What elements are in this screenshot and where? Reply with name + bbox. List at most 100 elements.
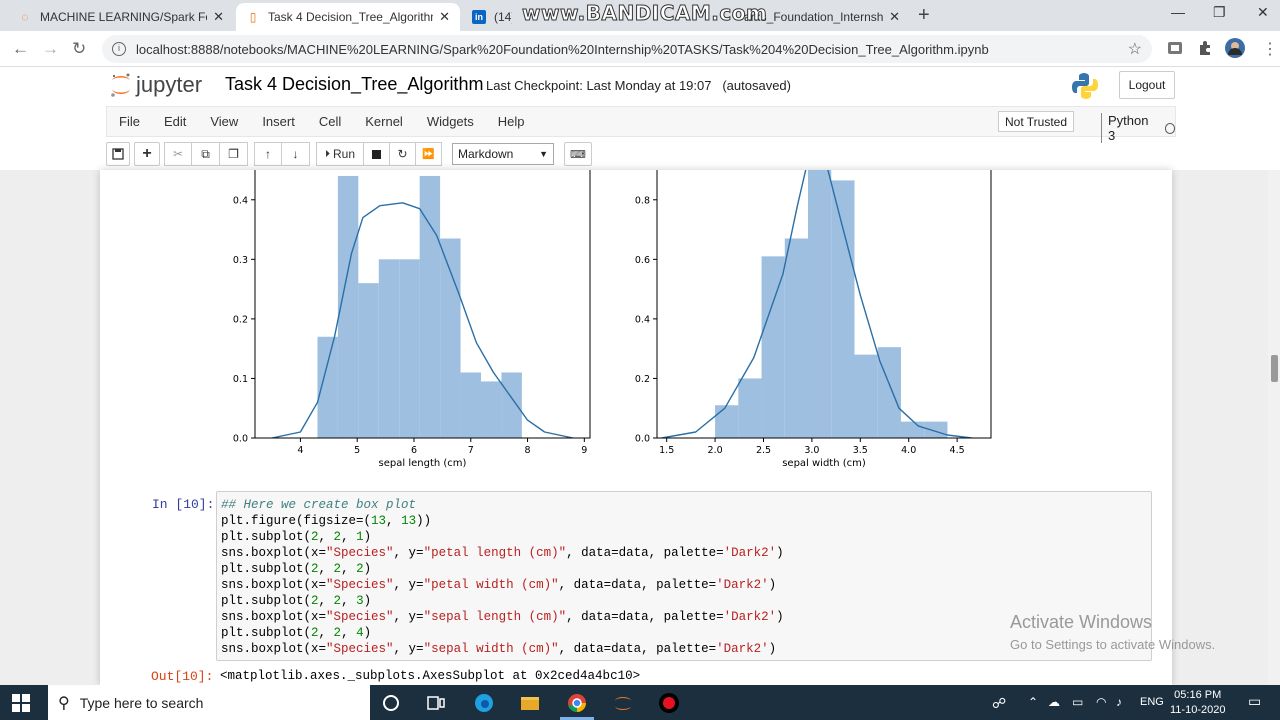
jupyter-app-icon[interactable]	[612, 692, 634, 714]
x-axis-label: sepal length (cm)	[379, 458, 467, 469]
logout-button[interactable]: Logout	[1119, 71, 1175, 99]
code-line: plt.subplot(2, 2, 1)	[221, 530, 372, 544]
clock-date: 11-10-2020	[1170, 704, 1226, 716]
onedrive-icon[interactable]: ☁	[1048, 695, 1060, 709]
sepal-width-histogram: 1.5 2.0 2.5 3.0 3.5 4.0 4.5 0.0 0.2 0.4 0.6 0.8 sepa…	[635, 170, 992, 469]
volume-icon[interactable]: ♪	[1116, 695, 1122, 709]
notification-icon[interactable]: ▭	[1248, 693, 1261, 710]
sepal-length-histogram: 4 5 6 7 8 9 0.0 0.1 0.2 0.3 0.4 sepal length (cm)	[233, 170, 591, 469]
move-up-icon[interactable]: ↑	[254, 142, 282, 166]
search-placeholder: Type here to search	[79, 694, 204, 711]
cortana-icon[interactable]	[380, 692, 402, 714]
menu-kernel[interactable]: Kernel	[353, 114, 415, 129]
cell-type-select[interactable]: Markdown ▼	[452, 143, 554, 165]
windows-taskbar: ⚲ Type here to search ☍ ⌃ ☁ ▭ ◠ ♪ ENG 05…	[0, 685, 1280, 720]
paste-icon[interactable]: ❐	[220, 142, 248, 166]
run-label: Run	[332, 147, 355, 161]
menu-widgets[interactable]: Widgets	[415, 114, 486, 129]
run-button[interactable]: ⏵ Run	[316, 142, 364, 166]
page-scrollbar[interactable]	[1268, 170, 1280, 685]
tab-close-icon[interactable]: ✕	[439, 9, 450, 25]
battery-icon[interactable]: ▭	[1072, 695, 1083, 709]
x-tick-label: 5	[354, 445, 360, 456]
edge-icon[interactable]	[473, 692, 495, 714]
taskbar-clock[interactable]: 05:16 PM 11-10-2020	[1170, 688, 1225, 718]
jupyter-logo[interactable]: jupyter	[110, 72, 202, 98]
histogram-bar	[399, 259, 420, 438]
address-bar-row: ← → ↻ i localhost:8888/notebooks/MACHINE…	[0, 31, 1280, 67]
menu-help[interactable]: Help	[486, 114, 537, 129]
keyboard-icon[interactable]: ⌨	[564, 142, 592, 166]
code-line: plt.subplot(2, 2, 4)	[221, 626, 372, 640]
stop-icon[interactable]	[364, 142, 390, 166]
cut-icon[interactable]: ✂	[164, 142, 192, 166]
fast-forward-icon[interactable]: ⏩	[416, 142, 442, 166]
code-line: sns.boxplot(x="Species", y="petal width …	[221, 578, 777, 592]
histogram-bar	[460, 372, 481, 438]
info-icon[interactable]: i	[112, 42, 126, 56]
extension-icon[interactable]	[1167, 40, 1183, 56]
taskbar-search-box[interactable]: ⚲ Type here to search	[48, 685, 370, 720]
browser-tab-3[interactable]: in (14) Li	[462, 3, 522, 31]
maximize-button[interactable]: ❐	[1213, 4, 1226, 21]
y-tick-label: 0.2	[635, 374, 650, 385]
wifi-icon[interactable]: ◠	[1096, 695, 1106, 709]
menu-insert[interactable]: Insert	[250, 114, 307, 129]
histogram-bar	[715, 405, 739, 438]
checkpoint-text: Last Checkpoint: Last Monday at 19:07	[486, 78, 712, 93]
menu-view[interactable]: View	[198, 114, 250, 129]
x-tick-label: 3.5	[853, 445, 868, 456]
show-hidden-icons[interactable]: ⌃	[1028, 695, 1038, 709]
back-button[interactable]: ←	[12, 39, 29, 59]
windows-start-icon[interactable]	[12, 694, 30, 712]
chevron-down-icon: ▼	[539, 149, 548, 159]
people-icon[interactable]: ☍	[992, 695, 1006, 712]
new-tab-button[interactable]: +	[918, 4, 930, 27]
not-trusted-button[interactable]: Not Trusted	[998, 111, 1075, 132]
browser-menu-icon[interactable]: ⋮	[1262, 39, 1278, 59]
tab-close-icon[interactable]: ✕	[213, 9, 224, 25]
bookmark-star-icon[interactable]: ☆	[1128, 39, 1142, 59]
y-tick-label: 0.6	[635, 255, 650, 266]
save-icon[interactable]	[106, 142, 130, 166]
browser-tab-1[interactable]: ◌ MACHINE LEARNING/Spark Foun ✕	[8, 3, 234, 31]
minimize-button[interactable]: —	[1171, 4, 1185, 20]
insert-cell-icon[interactable]: +	[134, 142, 160, 166]
menu-edit[interactable]: Edit	[152, 114, 198, 129]
kernel-name: Python 3	[1108, 113, 1149, 143]
jupyter-logo-text: jupyter	[136, 72, 203, 97]
move-down-icon[interactable]: ↓	[282, 142, 310, 166]
profile-avatar[interactable]	[1225, 38, 1245, 58]
x-axis-label: sepal width (cm)	[782, 458, 866, 469]
x-tick-label: 4	[297, 445, 303, 456]
tab-close-icon[interactable]: ✕	[889, 9, 900, 25]
url-bar[interactable]: i localhost:8888/notebooks/MACHINE%20LEA…	[102, 35, 1152, 63]
plot-area	[271, 175, 574, 438]
puzzle-icon[interactable]	[1197, 40, 1213, 56]
scrollbar-thumb[interactable]	[1271, 355, 1278, 382]
restart-icon[interactable]: ↻	[390, 142, 416, 166]
notebook-menubar: File Edit View Insert Cell Kernel Widget…	[106, 106, 1176, 143]
x-tick-label: 4.0	[901, 445, 916, 456]
activate-windows-title: Activate Windows	[1010, 612, 1153, 632]
copy-icon[interactable]: ⧉	[192, 142, 220, 166]
linkedin-icon: in	[472, 10, 486, 24]
chrome-icon[interactable]	[566, 692, 588, 714]
histogram-bar	[738, 378, 762, 438]
language-indicator[interactable]: ENG	[1140, 696, 1164, 708]
forward-button[interactable]: →	[42, 39, 59, 59]
menu-file[interactable]: File	[107, 114, 152, 129]
input-prompt: In [10]:	[152, 497, 215, 512]
run-icon: ⏵	[324, 148, 330, 160]
task-view-icon[interactable]	[425, 692, 447, 714]
notebook-title[interactable]: Task 4 Decision_Tree_Algorithm	[225, 74, 483, 95]
menu-cell[interactable]: Cell	[307, 114, 353, 129]
close-window-button[interactable]: ✕	[1257, 4, 1269, 21]
reload-button[interactable]: ↻	[72, 39, 86, 59]
tab-label: MACHINE LEARNING/Spark Foun	[40, 10, 208, 24]
browser-tab-2[interactable]: ▯ Task 4 Decision_Tree_Algorithm - ✕	[236, 3, 460, 31]
file-explorer-icon[interactable]	[519, 692, 541, 714]
histogram-bar	[877, 347, 901, 438]
bandicam-icon[interactable]	[658, 692, 680, 714]
x-tick-label: 2.5	[756, 445, 771, 456]
